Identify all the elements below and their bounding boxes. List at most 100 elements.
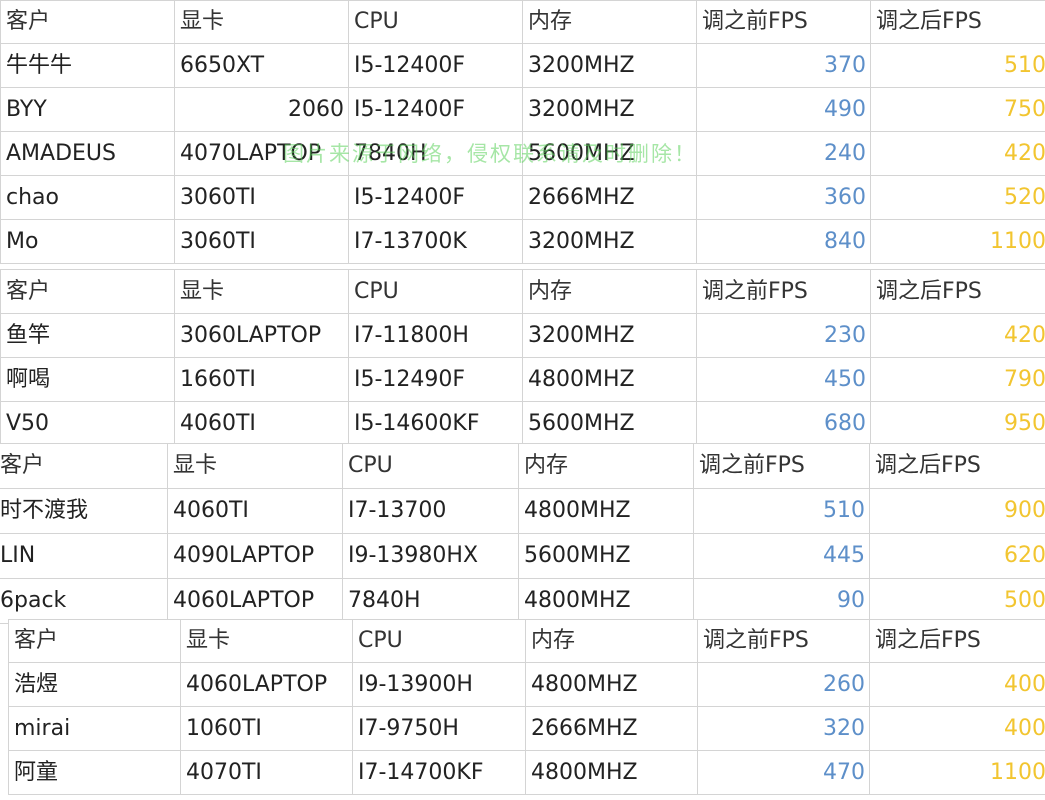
cell-memory: 5600MHZ	[518, 533, 694, 579]
table-row: 牛牛牛 6650XT I5-12400F 3200MHZ 370 510	[0, 43, 1045, 88]
cell-memory: 2666MHZ	[525, 706, 698, 751]
cell-gpu: 4060TI	[167, 488, 343, 534]
table-row: LIN 4090LAPTOP I9-13980HX 5600MHZ 445 62…	[0, 533, 1045, 579]
cell-fps-before: 240	[696, 131, 871, 176]
cell-cpu: I9-13980HX	[342, 533, 519, 579]
fps-table-block-1: 客户 显卡 CPU 内存 调之前FPS 调之后FPS 牛牛牛 6650XT I5…	[0, 0, 1045, 264]
table-row: 啊喝 1660TI I5-12490F 4800MHZ 450 790	[0, 357, 1045, 402]
header-customer: 客户	[0, 443, 168, 489]
cell-fps-before: 510	[693, 488, 870, 534]
cell-customer: 啊喝	[0, 357, 175, 402]
cell-customer: 鱼竿	[0, 313, 175, 358]
header-memory: 内存	[525, 619, 698, 663]
cell-fps-before: 320	[697, 706, 870, 751]
header-cpu: CPU	[342, 443, 519, 489]
header-gpu: 显卡	[174, 0, 349, 44]
header-cpu: CPU	[352, 619, 526, 663]
header-row: 客户 显卡 CPU 内存 调之前FPS 调之后FPS	[0, 0, 1045, 44]
cell-customer: 牛牛牛	[0, 43, 175, 88]
table-row: mirai 1060TI I7-9750H 2666MHZ 320 400	[8, 706, 1045, 751]
cell-cpu: I5-12400F	[348, 175, 523, 220]
cell-customer: V50	[0, 401, 175, 446]
cell-fps-after: 520	[870, 175, 1045, 220]
cell-gpu: 3060TI	[174, 219, 349, 264]
cell-memory: 4800MHZ	[518, 488, 694, 534]
header-fps-after: 调之后FPS	[869, 619, 1045, 663]
cell-fps-after: 620	[869, 533, 1045, 579]
cell-cpu: I7-13700	[342, 488, 519, 534]
cell-gpu: 4060LAPTOP	[180, 662, 353, 707]
cell-gpu: 1060TI	[180, 706, 353, 751]
cell-customer: 阿童	[8, 750, 181, 795]
cell-fps-before: 360	[696, 175, 871, 220]
cell-fps-after: 790	[870, 357, 1045, 402]
header-customer: 客户	[0, 0, 175, 44]
cell-fps-before: 260	[697, 662, 870, 707]
table-row: V50 4060TI I5-14600KF 5600MHZ 680 950	[0, 401, 1045, 446]
table-row: BYY 2060 I5-12400F 3200MHZ 490 750	[0, 87, 1045, 132]
cell-fps-after: 1100	[869, 750, 1045, 795]
cell-fps-before: 490	[696, 87, 871, 132]
cell-cpu: I5-12400F	[348, 87, 523, 132]
cell-fps-after: 400	[869, 662, 1045, 707]
header-fps-before: 调之前FPS	[696, 0, 871, 44]
cell-fps-after: 400	[869, 706, 1045, 751]
cell-fps-after: 500	[869, 578, 1045, 624]
cell-cpu: 7840H	[348, 131, 523, 176]
cell-gpu: 4060LAPTOP	[167, 578, 343, 624]
cell-memory: 3200MHZ	[522, 219, 697, 264]
header-customer: 客户	[8, 619, 181, 663]
cell-fps-after: 1100	[870, 219, 1045, 264]
cell-customer: mirai	[8, 706, 181, 751]
header-row: 客户 显卡 CPU 内存 调之前FPS 调之后FPS	[0, 269, 1045, 314]
header-fps-after: 调之后FPS	[870, 269, 1045, 314]
cell-memory: 2666MHZ	[522, 175, 697, 220]
cell-memory: 3200MHZ	[522, 313, 697, 358]
cell-gpu: 6650XT	[174, 43, 349, 88]
cell-cpu: I7-9750H	[352, 706, 526, 751]
cell-memory: 3200MHZ	[522, 43, 697, 88]
cell-fps-before: 370	[696, 43, 871, 88]
header-cpu: CPU	[348, 0, 523, 44]
cell-customer: BYY	[0, 87, 175, 132]
cell-customer: Mo	[0, 219, 175, 264]
header-memory: 内存	[522, 269, 697, 314]
header-row: 客户 显卡 CPU 内存 调之前FPS 调之后FPS	[0, 443, 1045, 489]
cell-fps-after: 750	[870, 87, 1045, 132]
cell-memory: 4800MHZ	[518, 578, 694, 624]
cell-fps-before: 90	[693, 578, 870, 624]
header-fps-after: 调之后FPS	[870, 0, 1045, 44]
header-memory: 内存	[518, 443, 694, 489]
fps-table-block-3: 客户 显卡 CPU 内存 调之前FPS 调之后FPS 时不渡我 4060TI I…	[0, 443, 1045, 624]
cell-customer: LIN	[0, 533, 168, 579]
cell-fps-after: 510	[870, 43, 1045, 88]
cell-fps-before: 230	[696, 313, 871, 358]
cell-cpu: 7840H	[342, 578, 519, 624]
cell-fps-before: 470	[697, 750, 870, 795]
header-gpu: 显卡	[167, 443, 343, 489]
cell-gpu: 1660TI	[174, 357, 349, 402]
cell-gpu: 3060TI	[174, 175, 349, 220]
cell-customer: 6pack	[0, 578, 168, 624]
cell-gpu: 4070LAPTOP	[174, 131, 349, 176]
cell-memory: 3200MHZ	[522, 87, 697, 132]
cell-fps-after: 900	[869, 488, 1045, 534]
cell-cpu: I9-13900H	[352, 662, 526, 707]
table-row: 6pack 4060LAPTOP 7840H 4800MHZ 90 500	[0, 578, 1045, 624]
cell-customer: chao	[0, 175, 175, 220]
cell-customer: 浩煜	[8, 662, 181, 707]
fps-table-1: 客户 显卡 CPU 内存 调之前FPS 调之后FPS 牛牛牛 6650XT I5…	[0, 0, 1045, 264]
table-row: 阿童 4070TI I7-14700KF 4800MHZ 470 1100	[8, 750, 1045, 795]
header-cpu: CPU	[348, 269, 523, 314]
cell-fps-after: 420	[870, 131, 1045, 176]
cell-memory: 5600MHZ	[522, 401, 697, 446]
table-row: 浩煜 4060LAPTOP I9-13900H 4800MHZ 260 400	[8, 662, 1045, 707]
cell-fps-after: 950	[870, 401, 1045, 446]
cell-cpu: I7-11800H	[348, 313, 523, 358]
cell-gpu: 4060TI	[174, 401, 349, 446]
table-row: 时不渡我 4060TI I7-13700 4800MHZ 510 900	[0, 488, 1045, 534]
cell-fps-before: 445	[693, 533, 870, 579]
cell-cpu: I5-12400F	[348, 43, 523, 88]
cell-gpu: 3060LAPTOP	[174, 313, 349, 358]
cell-customer: AMADEUS	[0, 131, 175, 176]
